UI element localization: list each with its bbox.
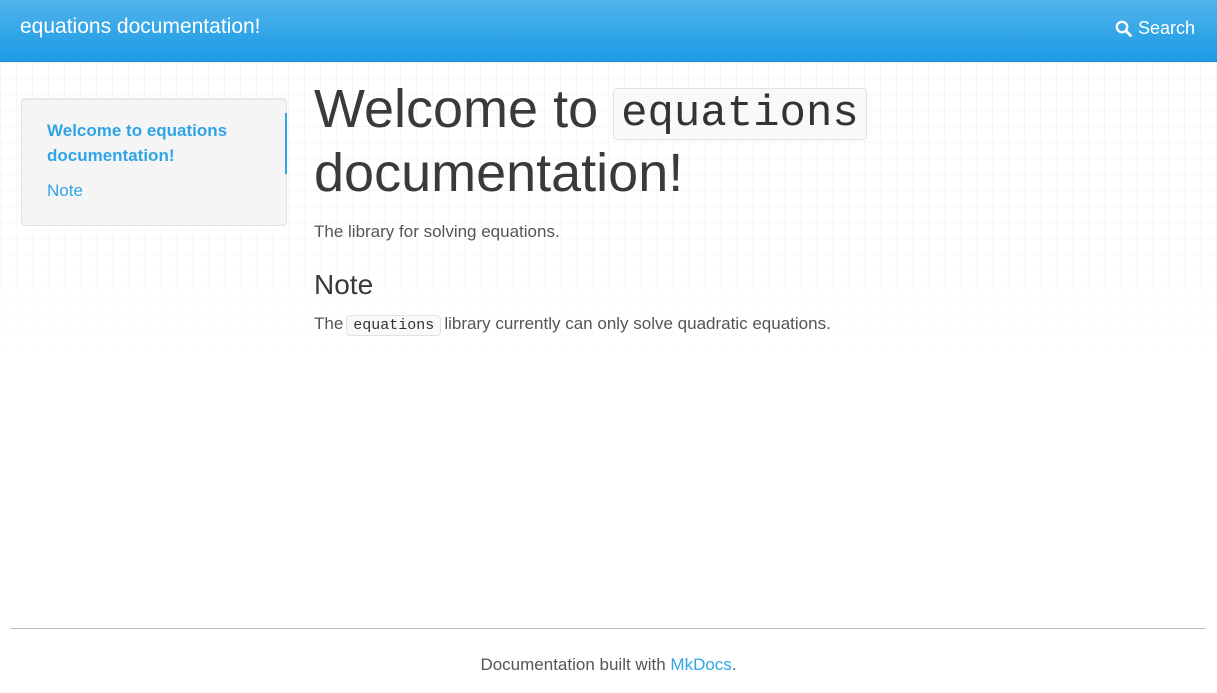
lead-paragraph: The library for solving equations. xyxy=(314,222,560,241)
toc-item-welcome[interactable]: Welcome to equations documentation! xyxy=(47,118,267,168)
search-icon xyxy=(1115,20,1132,37)
footer-text: Documentation built with xyxy=(480,655,666,674)
note-text-before: The xyxy=(314,314,344,333)
mkdocs-link[interactable]: MkDocs xyxy=(670,655,731,674)
page-title-prefix: Welcome to xyxy=(314,79,599,139)
site-brand-link[interactable]: equations documentation! xyxy=(20,14,261,40)
note-paragraph: The equations library currently can only s… xyxy=(314,312,1194,338)
footer-divider xyxy=(10,628,1206,629)
footer: Documentation built with MkDocs. xyxy=(0,654,1217,676)
toc-item-note[interactable]: Note xyxy=(47,180,83,202)
page-title-suffix: documentation! xyxy=(314,143,684,203)
footer-period: . xyxy=(731,655,737,674)
toc-sidebar: Welcome to equations documentation! Note xyxy=(21,98,287,226)
top-navbar: equations documentation! Search xyxy=(0,0,1217,62)
note-inline-code: equations xyxy=(346,315,442,336)
page-title: Welcome to equations documentation! xyxy=(314,80,1194,203)
page-title-code: equations xyxy=(613,88,867,140)
section-heading-note: Note xyxy=(314,269,374,300)
main-content: Welcome to equations documentation! The … xyxy=(314,80,1194,338)
note-text-after: library currently can only solve quadrat… xyxy=(444,314,831,333)
search-button[interactable]: Search xyxy=(1115,17,1195,39)
search-label: Search xyxy=(1137,18,1195,38)
